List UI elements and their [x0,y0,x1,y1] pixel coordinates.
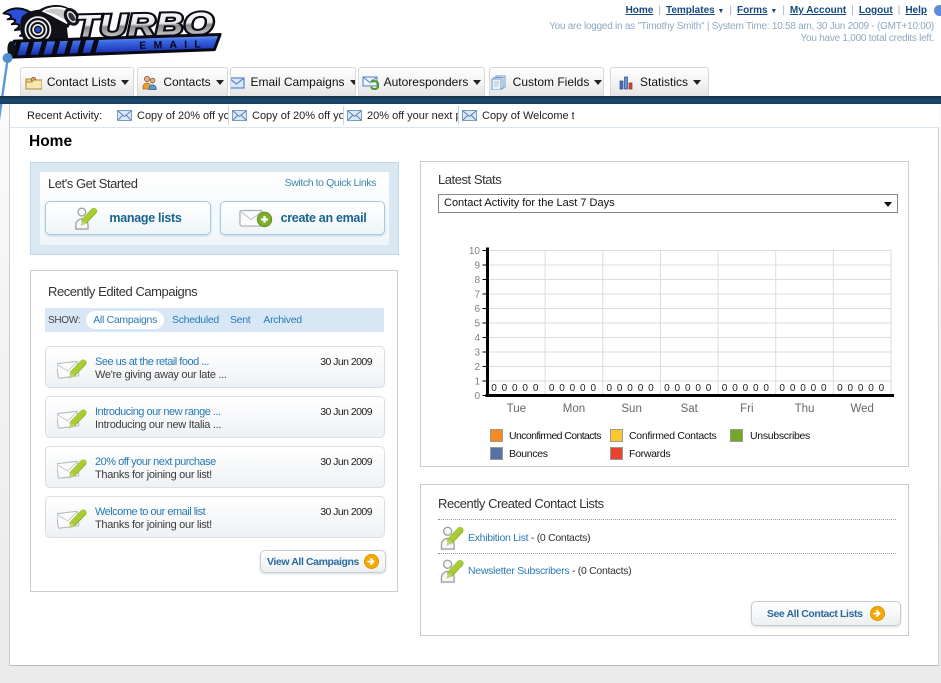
svg-text:0: 0 [790,383,796,394]
svg-text:4: 4 [474,333,480,344]
svg-text:0: 0 [695,383,701,394]
svg-text:0: 0 [664,383,670,394]
svg-text:0: 0 [722,383,728,394]
svg-text:Tue: Tue [507,403,526,415]
svg-text:0: 0 [837,383,843,394]
svg-text:EMAIL: EMAIL [139,38,208,52]
svg-text:0: 0 [847,383,853,394]
svg-text:7: 7 [474,290,480,301]
svg-text:0: 0 [522,383,528,394]
svg-text:0: 0 [811,383,817,394]
svg-text:0: 0 [763,383,769,394]
svg-text:0: 0 [570,383,576,394]
svg-text:0: 0 [732,383,738,394]
svg-text:0: 0 [638,383,644,394]
svg-text:0: 0 [648,383,654,394]
svg-text:0: 0 [491,383,497,394]
svg-text:Wed: Wed [850,403,873,415]
svg-text:0: 0 [502,383,508,394]
svg-text:0: 0 [617,383,623,394]
svg-text:0: 0 [800,383,806,394]
svg-text:Fri: Fri [740,403,753,415]
svg-text:0: 0 [743,383,749,394]
svg-text:8: 8 [474,275,480,286]
svg-text:0: 0 [580,383,586,394]
svg-text:6: 6 [474,304,480,315]
svg-text:0: 0 [549,383,555,394]
svg-text:0: 0 [868,383,874,394]
svg-text:0: 0 [779,383,785,394]
svg-text:Thu: Thu [795,403,815,415]
svg-text:9: 9 [474,261,480,272]
svg-text:0: 0 [559,383,565,394]
svg-text:0: 0 [753,383,759,394]
svg-text:0: 0 [533,383,539,394]
svg-text:1: 1 [474,377,480,388]
svg-text:0: 0 [675,383,681,394]
svg-text:0: 0 [879,383,885,394]
svg-text:0: 0 [858,383,864,394]
svg-text:0: 0 [685,383,691,394]
svg-text:0: 0 [821,383,827,394]
svg-text:0: 0 [512,383,518,394]
svg-text:0: 0 [474,391,480,402]
svg-text:0: 0 [706,383,712,394]
svg-text:2: 2 [474,362,480,373]
svg-text:0: 0 [607,383,613,394]
svg-text:Sat: Sat [681,403,699,415]
svg-text:5: 5 [474,319,480,330]
svg-text:3: 3 [474,348,480,359]
svg-text:10: 10 [469,246,481,257]
svg-text:Mon: Mon [563,403,585,415]
svg-text:Sun: Sun [621,403,641,415]
svg-text:0: 0 [590,383,596,394]
svg-text:0: 0 [627,383,633,394]
